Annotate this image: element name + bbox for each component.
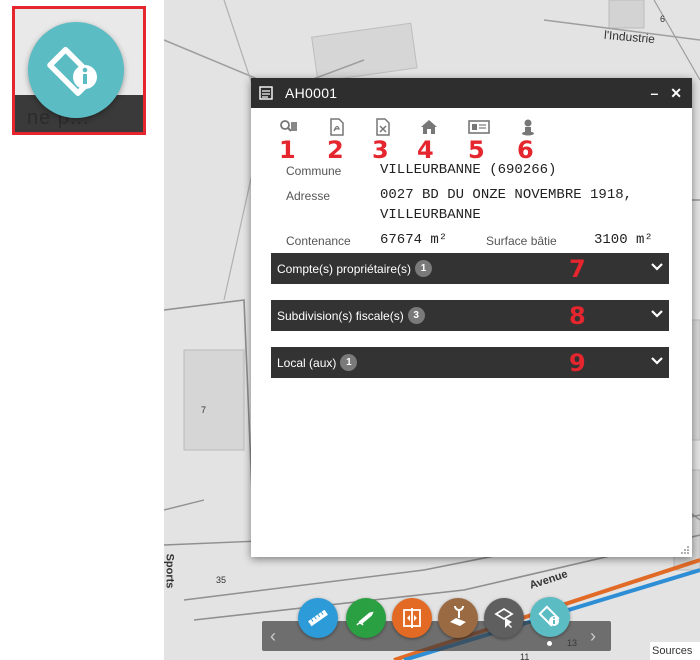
resize-handle-icon[interactable] [680, 545, 690, 555]
excel-export-icon[interactable] [373, 118, 393, 136]
map-label-11: 11 [520, 652, 530, 660]
map-pin-icon [450, 606, 466, 626]
count-badge: 1 [340, 354, 358, 371]
chevron-down-icon [651, 310, 663, 318]
owner-person-icon[interactable] [518, 118, 538, 136]
annotation-8: 8 [569, 302, 586, 330]
parcel-info-tool-button[interactable] [28, 22, 124, 118]
page-indicator-dot [547, 641, 552, 646]
map-label-6: 6 [660, 14, 666, 24]
zoom-to-parcel-icon[interactable] [279, 118, 299, 136]
annotation-3: 3 [372, 136, 389, 164]
location-tool-button[interactable] [438, 598, 478, 638]
section-label: Subdivision(s) fiscale(s) [277, 308, 404, 323]
pencil-icon [356, 611, 374, 626]
annotation-4: 4 [417, 136, 434, 164]
select-tool-button[interactable] [484, 598, 524, 638]
parcel-info-tool-button-active[interactable] [530, 597, 570, 637]
close-button[interactable]: ✕ [670, 85, 682, 102]
map-label-7: 7 [201, 405, 207, 415]
chevron-left-icon[interactable]: ‹ [270, 627, 284, 645]
pdf-export-icon[interactable] [327, 118, 347, 136]
section-comptes-proprietaires[interactable]: Compte(s) propriétaire(s) 1 7 [271, 253, 669, 284]
map-label-sports: Sports [164, 553, 176, 589]
compare-icon [403, 608, 421, 628]
card-icon[interactable] [467, 118, 491, 136]
document-list-icon [259, 86, 273, 100]
parcel-info-icon [538, 605, 560, 627]
count-badge: 1 [415, 260, 433, 277]
ruler-icon [308, 609, 328, 627]
count-badge: 3 [407, 307, 425, 324]
section-locaux[interactable]: Local (aux) 1 9 [271, 347, 669, 378]
adresse-label: Adresse [286, 189, 331, 203]
annotation-6: 6 [517, 136, 534, 164]
minimize-button[interactable]: – [650, 85, 658, 102]
inset-thumbnail: ne p... [12, 6, 146, 135]
surface-batie-value: 3100 m² [594, 232, 653, 248]
chevron-down-icon [651, 263, 663, 271]
commune-value: VILLEURBANNE (690266) [380, 162, 557, 178]
surface-batie-label: Surface bâtie [486, 234, 557, 248]
section-subdivisions-fiscales[interactable]: Subdivision(s) fiscale(s) 3 8 [271, 300, 669, 331]
commune-label: Commune [286, 164, 342, 178]
sources-button[interactable]: Sources [650, 642, 700, 660]
popup-title: AH0001 [285, 85, 338, 101]
annotation-7: 7 [569, 255, 586, 283]
section-label: Compte(s) propriétaire(s) [277, 261, 412, 276]
popup-header[interactable]: AH0001 – ✕ [251, 78, 692, 108]
measure-tool-button[interactable] [298, 598, 338, 638]
chevron-down-icon [651, 357, 663, 365]
annotation-1: 1 [279, 136, 296, 164]
cursor-select-icon [494, 607, 514, 628]
contenance-value: 67674 m² [380, 232, 448, 248]
section-label: Local (aux) [277, 355, 337, 370]
adresse-line-2: VILLEURBANNE [380, 207, 481, 223]
annotation-9: 9 [569, 349, 586, 377]
parcel-info-popup[interactable]: AH0001 – ✕ 1 2 3 4 5 6 Commune VILLEURBA… [251, 78, 692, 557]
chevron-right-icon[interactable]: › [590, 627, 604, 645]
parcel-info-icon [47, 46, 97, 96]
home-icon[interactable] [419, 118, 439, 136]
split-view-tool-button[interactable] [392, 598, 432, 638]
annotation-5: 5 [468, 136, 485, 164]
map-label-35: 35 [216, 575, 227, 585]
contenance-label: Contenance [286, 234, 351, 248]
annotation-2: 2 [327, 136, 344, 164]
adresse-line-1: 0027 BD DU ONZE NOVEMBRE 1918, [380, 187, 633, 203]
draw-tool-button[interactable] [346, 598, 386, 638]
